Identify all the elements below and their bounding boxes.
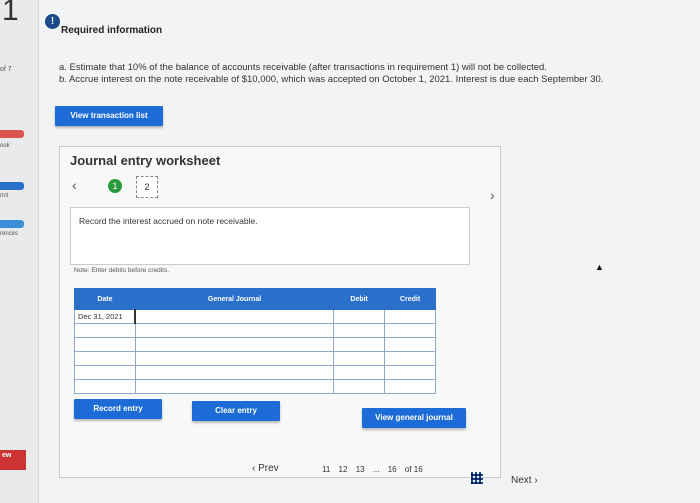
print-icon[interactable] — [0, 182, 24, 190]
credit-cell[interactable] — [384, 365, 436, 380]
date-cell[interactable] — [74, 337, 136, 352]
left-sidebar: 1 of 7 ook rint rences ew — [0, 0, 39, 503]
page-link[interactable]: 11 — [322, 465, 330, 474]
prev-label: Prev — [258, 463, 279, 474]
credit-cell[interactable] — [384, 337, 436, 352]
credit-cell[interactable] — [384, 323, 436, 338]
required-information-title: Required information — [61, 25, 163, 36]
references-icon[interactable] — [0, 220, 24, 228]
ebook-label[interactable]: ook — [0, 143, 10, 149]
debit-cell[interactable] — [333, 323, 386, 338]
instructions: a. Estimate that 10% of the balance of a… — [59, 62, 699, 86]
chevron-left-icon[interactable]: ‹ — [72, 177, 77, 193]
page-of-label: of 16 — [404, 465, 423, 474]
table-row — [74, 365, 436, 380]
chevron-right-icon: › — [531, 475, 538, 486]
pagination-bar: ‹ Prev 11 12 13 ... 16 of 16 Next › — [39, 455, 700, 503]
next-button[interactable]: Next › — [511, 475, 538, 486]
instruction-b: b. Accrue interest on the note receivabl… — [59, 74, 604, 85]
print-label[interactable]: rint — [0, 193, 8, 199]
account-cell[interactable] — [134, 351, 335, 366]
worksheet-title: Journal entry worksheet — [70, 153, 221, 168]
page-link[interactable]: 12 — [339, 465, 348, 474]
debit-cell[interactable] — [333, 365, 386, 380]
account-cell[interactable] — [134, 365, 335, 380]
bottom-badge[interactable]: ew — [0, 450, 26, 470]
table-row — [74, 323, 436, 338]
date-cell[interactable] — [74, 365, 136, 380]
journal-table: Date General Journal Debit Credit Dec 31… — [74, 288, 436, 394]
debit-column-header: Debit — [333, 288, 386, 310]
date-cell[interactable]: Dec 31, 2021 — [74, 309, 136, 324]
date-cell[interactable] — [74, 351, 136, 366]
prev-button[interactable]: ‹ Prev — [252, 463, 279, 474]
debit-credit-note: Note: Enter debits before credits. — [74, 267, 170, 274]
instruction-a: a. Estimate that 10% of the balance of a… — [59, 62, 547, 73]
view-general-journal-button[interactable]: View general journal — [362, 408, 466, 428]
account-cell[interactable] — [134, 323, 335, 338]
table-row — [74, 379, 436, 394]
debit-cell[interactable] — [333, 337, 386, 352]
credit-cell[interactable] — [384, 309, 436, 324]
date-column-header: Date — [74, 288, 136, 310]
page-link[interactable]: 16 — [388, 465, 397, 474]
step-2-button[interactable]: 2 — [136, 176, 158, 198]
date-cell[interactable] — [74, 379, 136, 394]
credit-cell[interactable] — [384, 351, 436, 366]
general-journal-column-header: General Journal — [134, 288, 335, 310]
page-numbers: 11 12 13 ... 16 of 16 — [322, 465, 429, 474]
chevron-right-icon[interactable]: › — [490, 187, 495, 203]
info-icon: ! — [45, 14, 60, 29]
step-1-button[interactable]: 1 — [108, 179, 122, 193]
record-entry-button[interactable]: Record entry — [74, 399, 162, 419]
credit-cell[interactable] — [384, 379, 436, 394]
question-of-label: of 7 — [0, 66, 12, 73]
page-ellipsis: ... — [372, 465, 380, 474]
journal-entry-worksheet: Journal entry worksheet ‹ 1 2 › Record t… — [59, 146, 501, 478]
account-cell[interactable] — [134, 337, 335, 352]
grid-icon[interactable] — [471, 472, 483, 484]
debit-cell[interactable] — [333, 351, 386, 366]
debit-cell[interactable] — [333, 379, 386, 394]
table-row: Dec 31, 2021 — [74, 309, 436, 324]
debit-cell[interactable] — [333, 309, 386, 324]
account-cell[interactable] — [134, 309, 335, 324]
worksheet-description: Record the interest accrued on note rece… — [79, 216, 258, 226]
ebook-icon[interactable] — [0, 130, 24, 138]
references-label[interactable]: rences — [0, 231, 18, 237]
date-cell[interactable] — [74, 323, 136, 338]
credit-column-header: Credit — [384, 288, 436, 310]
view-transaction-list-button[interactable]: View transaction list — [55, 106, 163, 126]
account-cell[interactable] — [134, 379, 335, 394]
table-row — [74, 337, 436, 352]
main-content: ! Required information a. Estimate that … — [39, 0, 700, 503]
page-link[interactable]: 13 — [356, 465, 365, 474]
table-row — [74, 351, 436, 366]
clear-entry-button[interactable]: Clear entry — [192, 401, 280, 421]
description-box: Record the interest accrued on note rece… — [70, 207, 470, 265]
question-number: 1 — [2, 0, 19, 27]
next-label: Next — [511, 475, 532, 486]
mouse-cursor-icon: ▲ — [595, 262, 604, 272]
